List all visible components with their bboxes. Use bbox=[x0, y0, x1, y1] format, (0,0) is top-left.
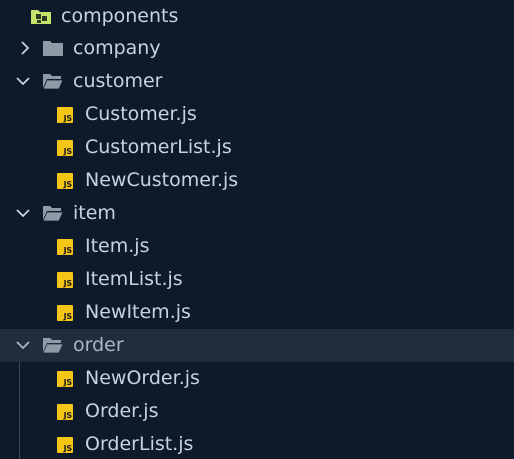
file-row[interactable]: JS Order.js bbox=[0, 395, 514, 428]
file-label: NewItem.js bbox=[85, 301, 191, 323]
file-label: NewCustomer.js bbox=[85, 169, 239, 191]
folder-open-icon bbox=[42, 206, 64, 222]
file-label: OrderList.js bbox=[85, 433, 194, 455]
javascript-file-icon: JS bbox=[57, 173, 73, 189]
javascript-file-icon: JS bbox=[57, 272, 73, 288]
folder-row-customer[interactable]: customer bbox=[0, 65, 514, 98]
folder-row-order[interactable]: order bbox=[0, 329, 514, 362]
javascript-file-icon: JS bbox=[57, 305, 73, 321]
folder-label: item bbox=[73, 202, 116, 224]
folder-label: company bbox=[73, 37, 161, 59]
file-explorer-tree: components company customer JS Customer.… bbox=[0, 0, 514, 459]
javascript-file-icon: JS bbox=[57, 404, 73, 420]
file-row[interactable]: JS NewItem.js bbox=[0, 296, 514, 329]
javascript-file-icon: JS bbox=[57, 239, 73, 255]
chevron-down-icon[interactable] bbox=[14, 72, 32, 90]
folder-label: order bbox=[73, 334, 124, 356]
javascript-file-icon: JS bbox=[57, 107, 73, 123]
folder-row-components[interactable]: components bbox=[0, 0, 514, 33]
file-row[interactable]: JS CustomerList.js bbox=[0, 131, 514, 164]
file-row[interactable]: JS NewCustomer.js bbox=[0, 164, 514, 197]
file-label: Order.js bbox=[85, 400, 159, 422]
chevron-down-icon[interactable] bbox=[14, 336, 32, 354]
chevron-down-icon[interactable] bbox=[14, 204, 32, 222]
file-row[interactable]: JS NewOrder.js bbox=[0, 362, 514, 395]
javascript-file-icon: JS bbox=[57, 437, 73, 453]
file-row[interactable]: JS Item.js bbox=[0, 230, 514, 263]
folder-label: customer bbox=[73, 70, 163, 92]
file-label: ItemList.js bbox=[85, 268, 183, 290]
file-label: Item.js bbox=[85, 235, 150, 257]
file-label: CustomerList.js bbox=[85, 136, 232, 158]
file-row[interactable]: JS ItemList.js bbox=[0, 263, 514, 296]
folder-row-item[interactable]: item bbox=[0, 197, 514, 230]
file-label: NewOrder.js bbox=[85, 367, 200, 389]
folder-open-icon bbox=[42, 74, 64, 90]
folder-label: components bbox=[61, 5, 179, 27]
folder-open-icon bbox=[42, 338, 64, 354]
chevron-right-icon[interactable] bbox=[16, 39, 34, 57]
javascript-file-icon: JS bbox=[57, 140, 73, 156]
file-row[interactable]: JS Customer.js bbox=[0, 98, 514, 131]
components-folder-icon bbox=[31, 10, 51, 24]
file-label: Customer.js bbox=[85, 103, 197, 125]
folder-closed-icon bbox=[43, 41, 63, 56]
folder-row-company[interactable]: company bbox=[0, 32, 514, 65]
javascript-file-icon: JS bbox=[57, 371, 73, 387]
file-row[interactable]: JS OrderList.js bbox=[0, 428, 514, 459]
